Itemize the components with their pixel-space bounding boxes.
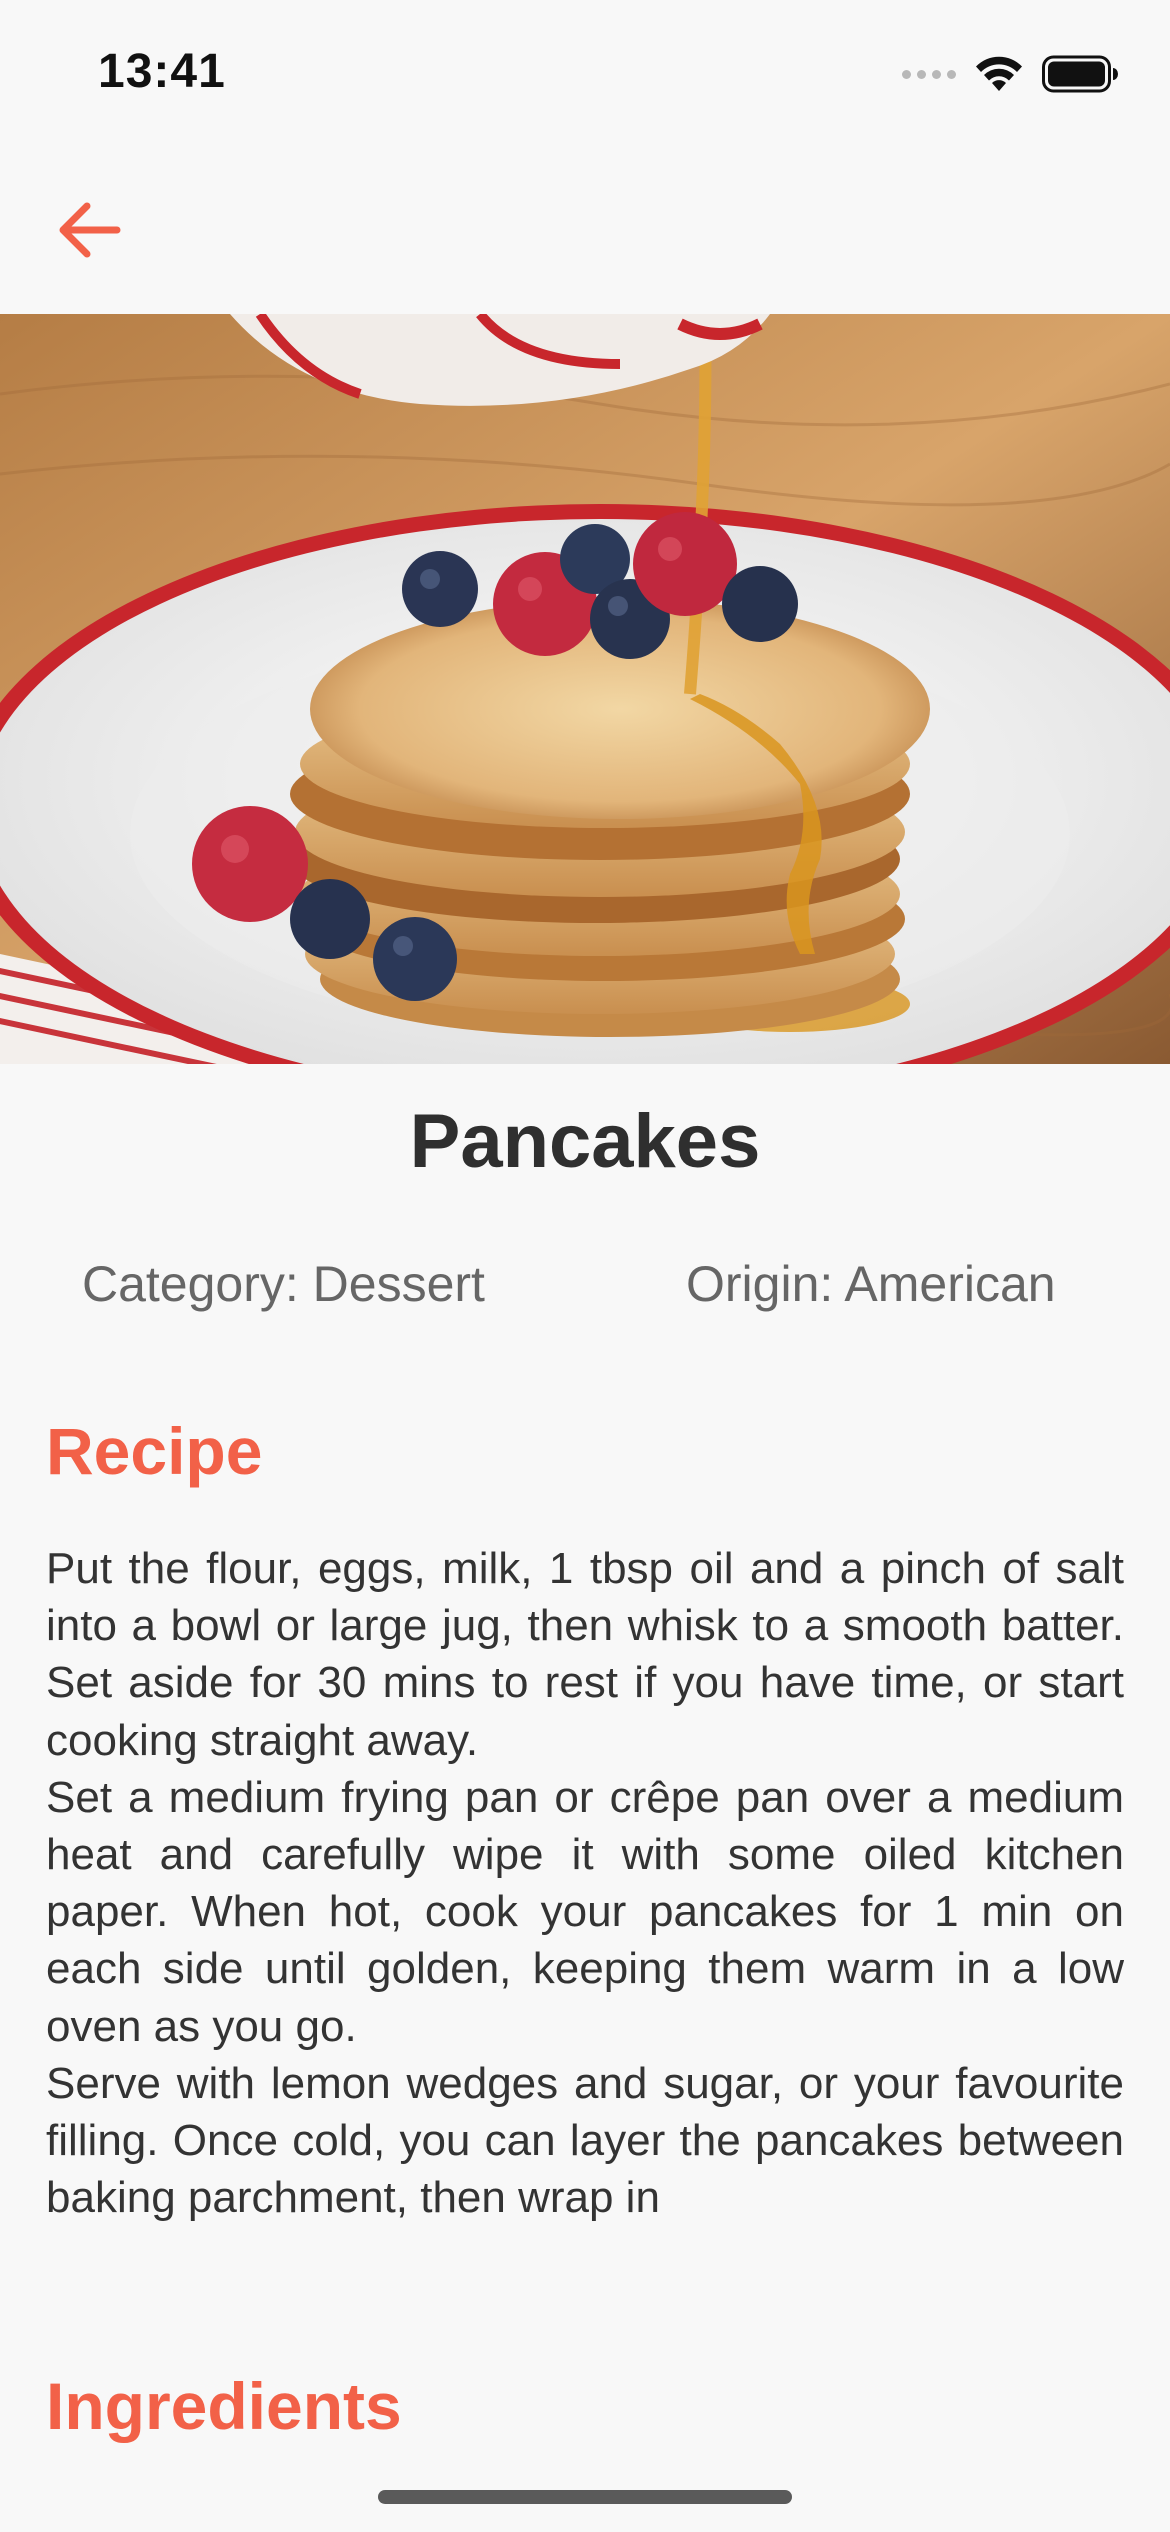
meal-meta: Category: Dessert Origin: American xyxy=(0,1255,1170,1325)
status-bar: 13:41 xyxy=(0,0,1170,140)
instruction-paragraph: Set a medium frying pan or crêpe pan ove… xyxy=(46,1772,1124,2051)
status-icons xyxy=(902,52,1118,96)
battery-icon xyxy=(1042,55,1118,93)
arrow-left-icon xyxy=(59,202,121,258)
meal-origin: Origin: American xyxy=(686,1256,1056,1312)
wifi-icon xyxy=(976,56,1022,91)
recipe-heading: Recipe xyxy=(46,1414,263,1488)
status-time: 13:41 xyxy=(98,45,226,98)
back-button[interactable] xyxy=(50,190,130,270)
instruction-paragraph: Put the flour, eggs, milk, 1 tbsp oil an… xyxy=(46,1544,1124,1765)
pancakes-photo xyxy=(0,314,1170,1064)
navigation-bar xyxy=(0,150,1170,310)
meal-title: Pancakes xyxy=(409,1099,761,1184)
meal-image xyxy=(0,314,1170,1064)
home-indicator[interactable] xyxy=(378,2490,792,2504)
cellular-signal-icon xyxy=(902,69,956,79)
recipe-instructions: Put the flour, eggs, milk, 1 tbsp oil an… xyxy=(46,1540,1124,2230)
instruction-paragraph: Serve with lemon wedges and sugar, or yo… xyxy=(46,2058,1124,2223)
ingredients-heading: Ingredients xyxy=(46,2369,402,2443)
meal-category: Category: Dessert xyxy=(82,1256,485,1312)
